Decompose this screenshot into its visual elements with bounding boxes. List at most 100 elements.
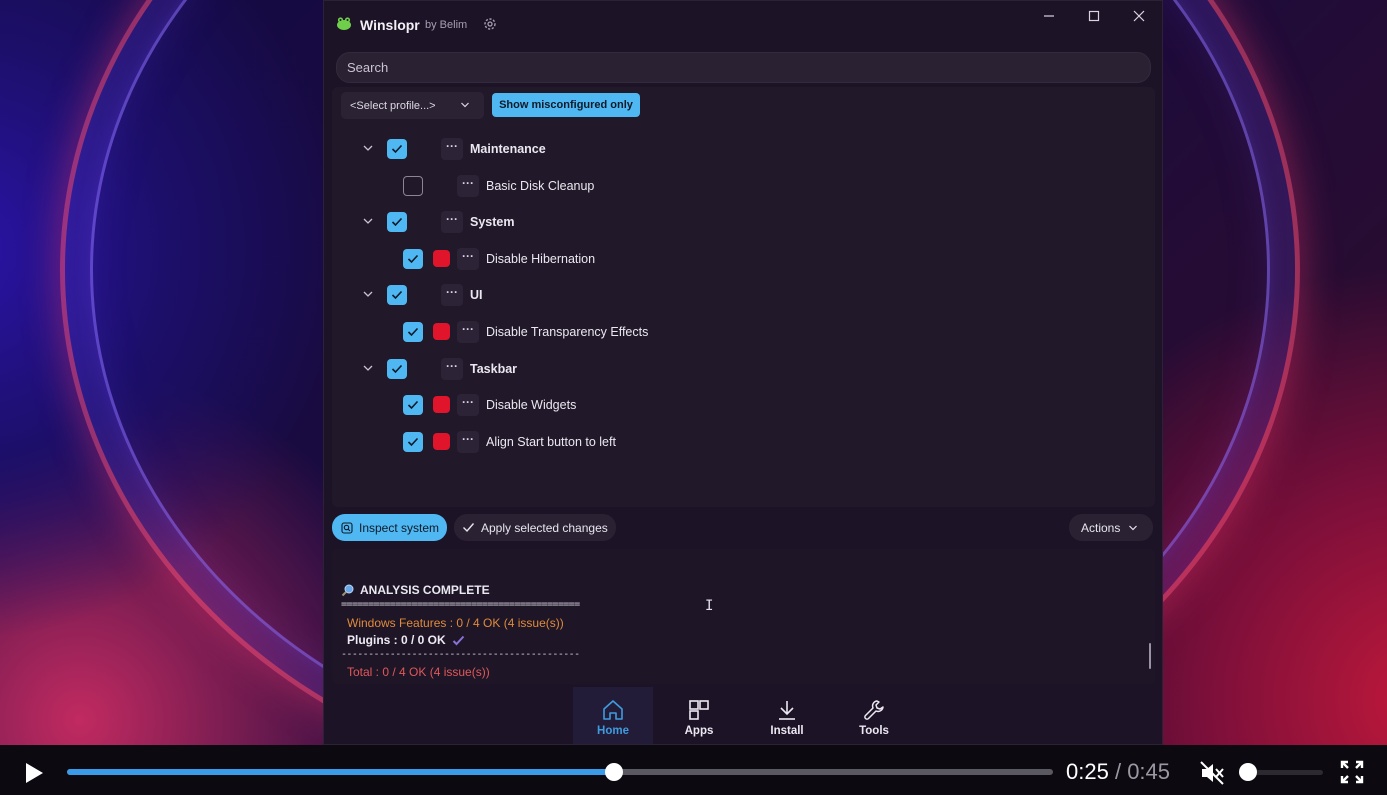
chevron-down-icon [461,102,469,108]
more-options-button[interactable]: ··· [441,358,463,380]
time-separator: / [1114,759,1128,784]
issue-status-indicator [433,323,450,340]
show-misconfigured-button[interactable]: Show misconfigured only [492,93,640,117]
item-checkbox[interactable] [403,432,423,452]
item-checkbox[interactable] [403,322,423,342]
app-author: by Belim [425,19,468,31]
chevron-down-icon[interactable] [362,289,374,299]
chevron-down-icon[interactable] [362,143,374,153]
play-icon[interactable] [22,761,46,785]
home-icon [603,700,623,720]
checkmark-icon [391,290,403,300]
group-checkbox[interactable] [387,212,407,232]
tree-item-label: Align Start button to left [486,435,616,449]
profile-select-value: <Select profile...> [350,99,436,112]
group-checkbox[interactable] [387,285,407,305]
more-options-button[interactable]: ··· [457,248,479,270]
item-checkbox[interactable] [403,176,423,196]
more-options-button[interactable]: ··· [457,321,479,343]
tree-group-ui[interactable]: ··· UI [332,280,1155,310]
bottom-navigation: Home Apps Install Tools [324,687,1162,744]
tree-item-label: Disable Widgets [486,398,577,412]
more-options-button[interactable]: ··· [457,431,479,453]
tree-item-label: Disable Hibernation [486,252,596,266]
text-cursor-icon: I [705,598,714,614]
log-console[interactable]: ANALYSIS COMPLETE ======================… [332,549,1155,684]
tree-group-taskbar[interactable]: ··· Taskbar [332,354,1155,384]
minimize-button[interactable] [1027,5,1071,27]
search-input[interactable] [336,52,1151,83]
checkmark-icon [407,400,419,410]
download-icon [779,701,795,720]
nav-home[interactable]: Home [573,687,653,744]
item-checkbox[interactable] [403,395,423,415]
title-bar[interactable]: Winslopr by Belim [324,1,1162,47]
group-checkbox[interactable] [387,359,407,379]
tree-group-system[interactable]: ··· System [332,207,1155,237]
profile-select[interactable]: <Select profile...> [341,92,484,119]
log-total: Total : 0 / 4 OK (4 issue(s)) [347,665,490,679]
inspect-system-button[interactable]: Inspect system [332,514,447,541]
item-checkbox[interactable] [403,249,423,269]
nav-apps-label: Apps [684,725,714,737]
issue-status-indicator [433,250,450,267]
inspect-icon [341,521,353,534]
nav-tools[interactable]: Tools [834,687,914,744]
tree-group-label: System [470,215,515,229]
console-scrollbar[interactable] [1149,643,1151,669]
volume-handle[interactable] [1239,763,1257,781]
checkmark-icon [407,254,419,264]
more-options-button[interactable]: ··· [441,138,463,160]
tree-item-disable-transparency-effects[interactable]: ··· Disable Transparency Effects [332,317,1155,347]
checkmark-icon [391,364,403,374]
tree-item-disable-widgets[interactable]: ··· Disable Widgets [332,390,1155,420]
more-options-button[interactable]: ··· [441,284,463,306]
mute-icon[interactable] [1198,759,1226,787]
current-time: 0:25 [1066,759,1109,784]
app-title: Winslopr [360,17,420,33]
actions-menu-label: Actions [1081,520,1121,535]
volume-slider[interactable] [1248,770,1323,775]
tree-group-label: Maintenance [470,142,546,156]
tree-item-disable-hibernation[interactable]: ··· Disable Hibernation [332,244,1155,274]
log-heading: ANALYSIS COMPLETE [341,583,490,597]
close-button[interactable] [1117,5,1161,27]
tree-group-maintenance[interactable]: ··· Maintenance [332,134,1155,164]
chevron-down-icon[interactable] [362,363,374,373]
checkmark-icon [391,144,403,154]
nav-install[interactable]: Install [747,687,827,744]
tree-item-label: Disable Transparency Effects [486,325,649,339]
gear-icon[interactable] [482,16,498,32]
chevron-down-icon[interactable] [362,216,374,226]
checkmark-icon [463,523,475,533]
nav-apps[interactable]: Apps [659,687,739,744]
app-window: Winslopr by Belim <Select profile...> Sh… [323,0,1163,745]
nav-install-label: Install [770,725,804,737]
video-player-controls: 0:25 / 0:45 [0,745,1387,795]
fullscreen-icon[interactable] [1340,760,1364,784]
checkmark-icon [407,437,419,447]
issue-status-indicator [433,433,450,450]
apps-grid-icon [689,700,709,720]
tree-group-label: UI [470,288,483,302]
actions-menu-button[interactable]: Actions [1069,514,1153,541]
apply-changes-button[interactable]: Apply selected changes [454,514,616,541]
time-display: 0:25 / 0:45 [1066,759,1170,785]
more-options-button[interactable]: ··· [441,211,463,233]
log-separator: ========================================… [341,599,580,610]
more-options-button[interactable]: ··· [457,175,479,197]
nav-tools-label: Tools [859,725,889,737]
tree-item-align-start-left[interactable]: ··· Align Start button to left [332,427,1155,457]
minimize-icon [1044,15,1054,17]
frog-logo-icon [337,17,351,30]
checkmark-icon [391,217,403,227]
tree-item-label: Basic Disk Cleanup [486,179,595,193]
checkmark-icon [452,635,464,645]
log-windows-features: Windows Features : 0 / 4 OK (4 issue(s)) [347,616,564,630]
seek-bar[interactable] [67,763,1053,781]
group-checkbox[interactable] [387,139,407,159]
tree-item-basic-disk-cleanup[interactable]: ··· Basic Disk Cleanup [332,171,1155,201]
maximize-button[interactable] [1072,5,1116,27]
seek-handle[interactable] [605,763,624,781]
more-options-button[interactable]: ··· [457,394,479,416]
